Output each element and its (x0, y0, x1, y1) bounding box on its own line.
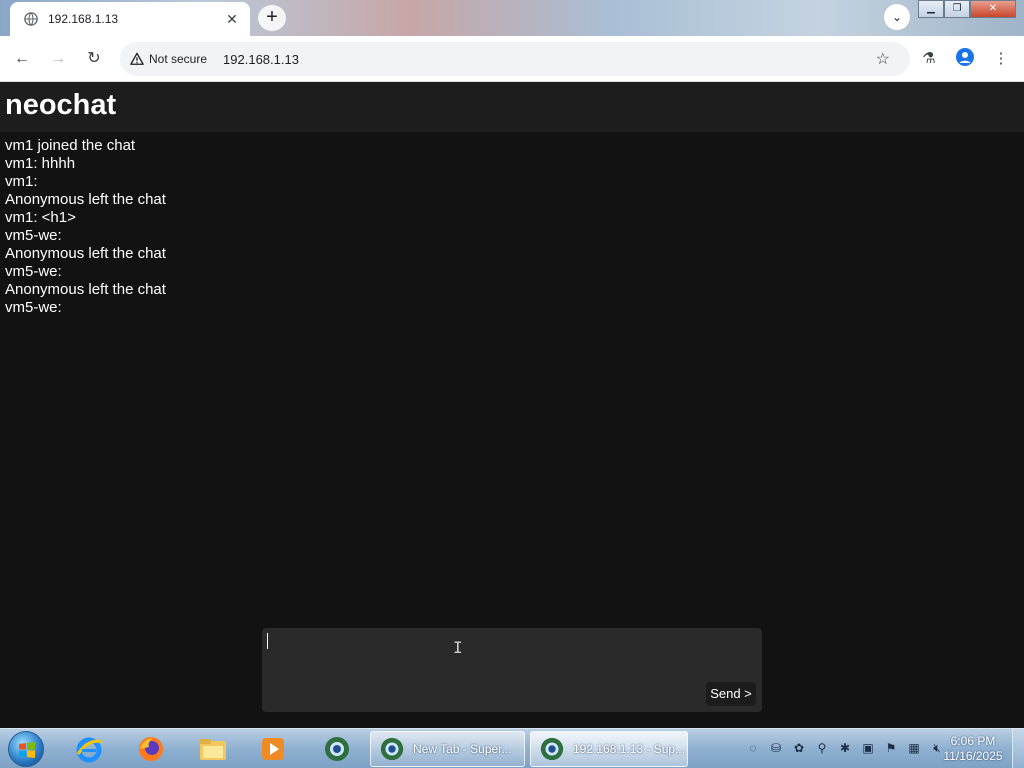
minimize-button[interactable]: ▁ (918, 0, 944, 18)
chat-message: vm5-we: (5, 263, 66, 280)
browser-app-icon (540, 737, 564, 761)
brightness-icon[interactable]: ✱ (836, 739, 854, 757)
browser-app-icon[interactable] (320, 733, 354, 765)
message-input[interactable] (266, 632, 758, 682)
close-window-button[interactable]: ✕ (970, 0, 1016, 18)
window-controls: ▁ ❐ ✕ (918, 0, 1016, 18)
show-desktop-button[interactable] (1012, 729, 1024, 768)
network-share-icon[interactable]: ⛁ (767, 739, 785, 757)
chat-message: vm1: (5, 173, 42, 190)
globe-icon (24, 12, 38, 26)
chat-message: Anonymous left the chat (5, 245, 166, 262)
chat-message: vm5-we: (5, 299, 66, 316)
warning-icon (130, 52, 144, 65)
chat-message: vm1 joined the chat (5, 137, 136, 154)
message-list: vm1 joined the chat vm1: hhhh vm1: Anony… (0, 132, 1024, 317)
media-player-icon[interactable] (256, 733, 290, 765)
taskbar-window-label: New Tab - Super... (413, 742, 512, 756)
new-tab-button[interactable]: + (258, 5, 286, 31)
file-explorer-icon[interactable] (196, 733, 230, 765)
security-label: Not secure (149, 52, 208, 66)
firefox-icon[interactable] (134, 733, 168, 765)
app-title: neochat (5, 89, 117, 121)
text-caret (267, 633, 268, 649)
send-button[interactable]: Send > (706, 682, 756, 706)
sync-icon[interactable]: ◌ (744, 739, 762, 757)
chat-message: vm5-we: (5, 227, 66, 244)
taskbar: New Tab - Super... 192.168.1.13 - Sup...… (0, 728, 1024, 768)
profile-icon[interactable] (954, 48, 976, 70)
browser-tabstrip: 192.168.1.13 ✕ + ⌄ ▁ ❐ ✕ (0, 0, 1024, 36)
system-clock[interactable]: 6:06 PM 11/16/2025 (938, 734, 1008, 764)
color-palette-icon[interactable]: ✿ (790, 739, 808, 757)
taskbar-window-label: 192.168.1.13 - Sup... (573, 742, 686, 756)
network-icon[interactable]: ▦ (905, 739, 923, 757)
tab-title: 192.168.1.13 (48, 12, 119, 26)
browser-tab[interactable]: 192.168.1.13 ✕ (10, 2, 250, 36)
chevron-down-icon[interactable]: ⌄ (884, 4, 910, 30)
back-icon[interactable]: ← (10, 47, 34, 71)
close-tab-icon[interactable]: ✕ (224, 11, 240, 28)
system-tray: ◌ ⛁ ✿ ⚲ ✱ ▣ ⚑ ▦ 🔇︎ (744, 739, 946, 757)
maximize-button[interactable]: ❐ (944, 0, 970, 18)
clock-date: 11/16/2025 (943, 749, 1003, 763)
menu-kebab-icon[interactable]: ⋮ (990, 48, 1012, 70)
url-text: 192.168.1.13 (223, 51, 299, 67)
nvidia-icon[interactable]: ▣ (859, 739, 877, 757)
chat-message: vm1: hhhh (5, 155, 76, 172)
taskbar-window-new-tab[interactable]: New Tab - Super... (370, 731, 525, 767)
internet-explorer-icon[interactable] (72, 733, 106, 765)
address-bar[interactable]: Not secure 192.168.1.13 ☆ (120, 42, 910, 76)
app-header: neochat (0, 82, 1024, 132)
reload-icon[interactable]: ↻ (82, 47, 106, 71)
windows-logo-icon (19, 742, 35, 758)
start-button[interactable] (8, 731, 44, 767)
clock-time: 6:06 PM (950, 734, 996, 748)
browser-toolbar: ← → ↻ Not secure 192.168.1.13 ☆ ⚗ ⋮ (0, 36, 1024, 82)
forward-icon[interactable]: → (46, 47, 70, 71)
flag-alert-icon[interactable]: ⚑ (882, 739, 900, 757)
page-content: neochat vm1 joined the chat vm1: hhhh vm… (0, 82, 1024, 728)
browser-app-icon (380, 737, 404, 761)
taskbar-window-neochat[interactable]: 192.168.1.13 - Sup... (530, 731, 688, 767)
message-composer: Send > (262, 628, 762, 712)
search-tool-icon[interactable]: ⚲ (813, 739, 831, 757)
chat-message: Anonymous left the chat (5, 191, 166, 208)
chat-message: vm1: <h1> (5, 209, 76, 226)
labs-flask-icon[interactable]: ⚗ (918, 48, 940, 70)
bookmark-star-icon[interactable]: ☆ (876, 49, 890, 69)
ibeam-cursor-icon: I (453, 638, 463, 657)
chat-message: Anonymous left the chat (5, 281, 166, 298)
security-chip[interactable]: Not secure (130, 52, 207, 66)
